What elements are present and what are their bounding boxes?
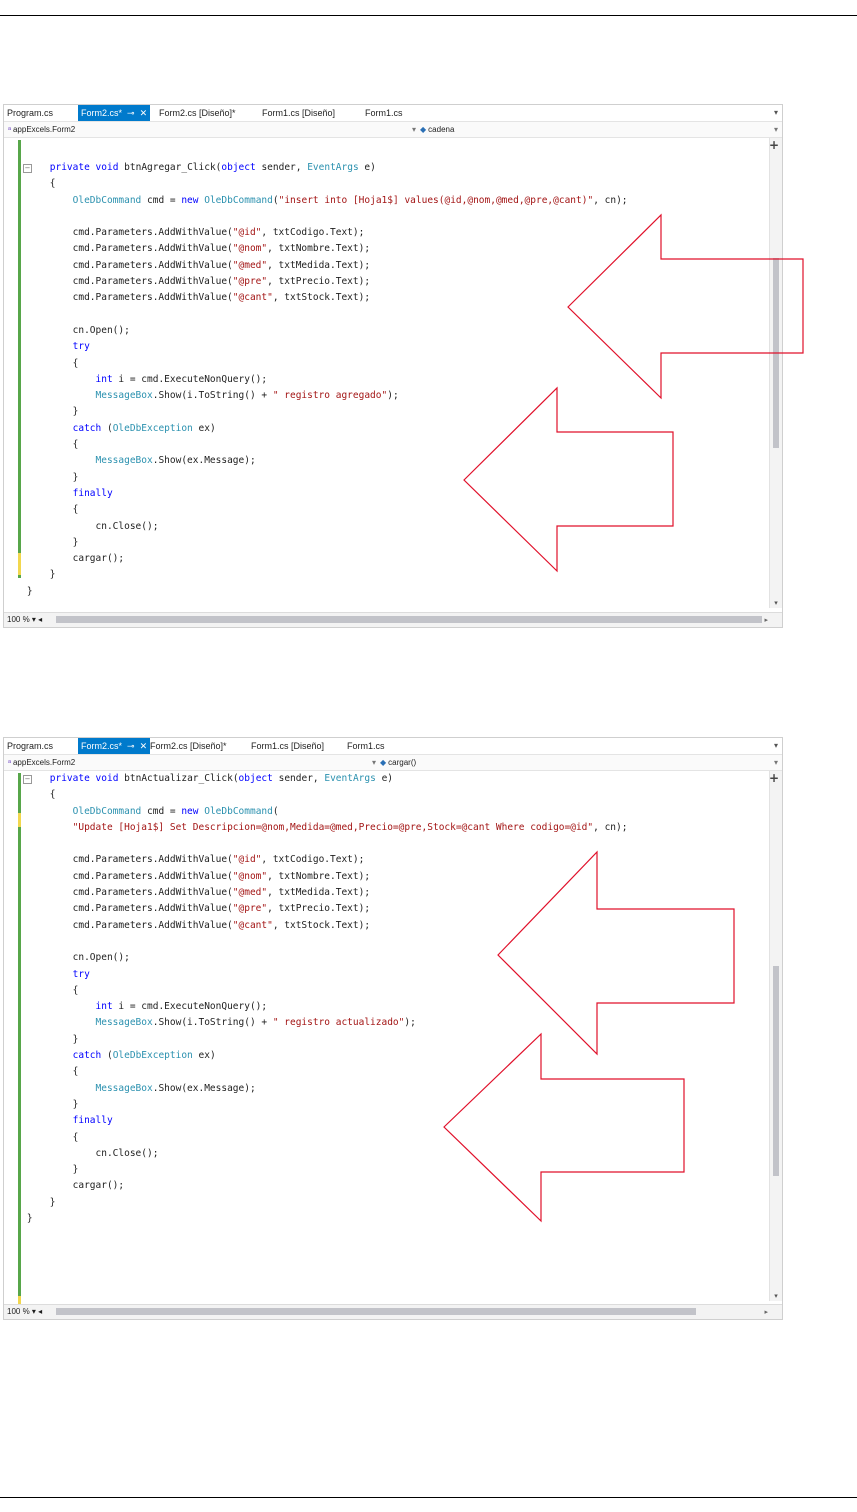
page-bottom-rule	[0, 1497, 857, 1498]
annotation-arrow-left	[567, 213, 804, 400]
annotation-arrow-left	[497, 850, 735, 1056]
annotation-arrow-left	[443, 1032, 685, 1223]
annotation-arrow-left	[463, 386, 674, 573]
annotation-arrows	[443, 213, 804, 1223]
